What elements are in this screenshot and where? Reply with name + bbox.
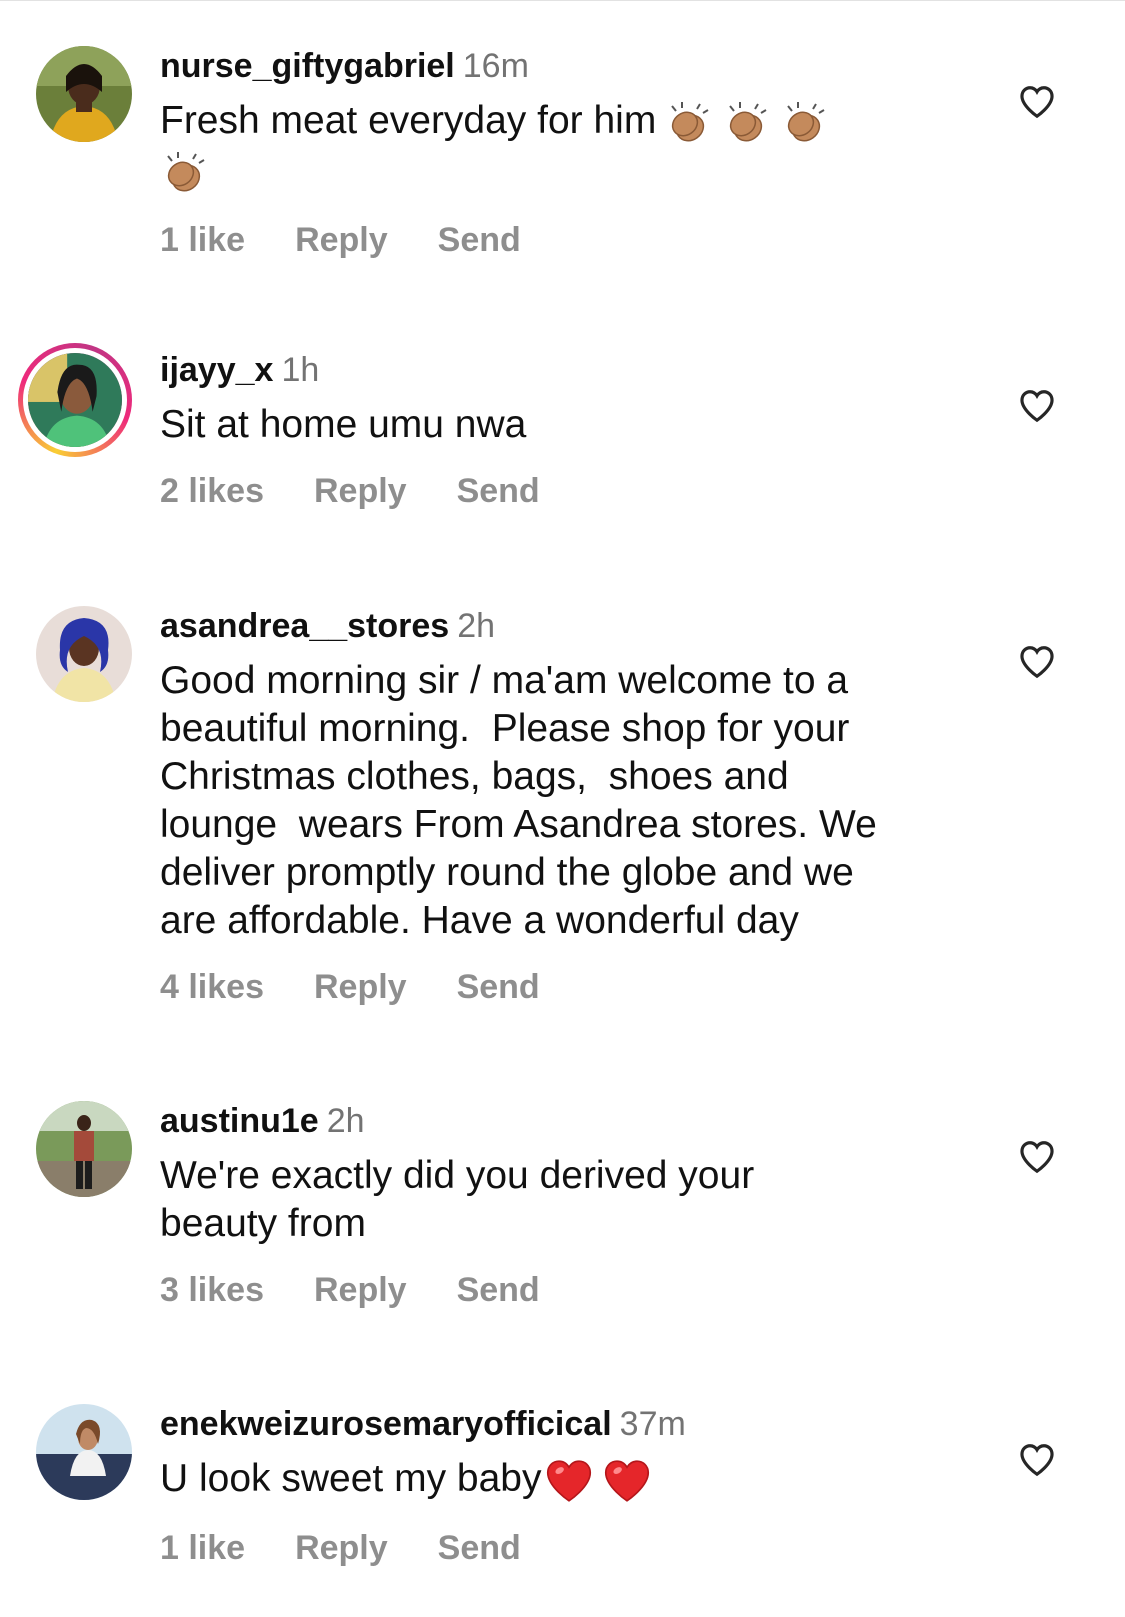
reply-button[interactable]: Reply xyxy=(295,1528,388,1568)
avatar[interactable] xyxy=(36,1404,132,1500)
comment-text: Fresh meat everyday for him xyxy=(160,97,900,198)
likes-count[interactable]: 2 likes xyxy=(160,471,264,511)
comment-text: Sit at home umu nwa xyxy=(160,403,527,446)
avatar-photo xyxy=(36,46,132,142)
likes-count[interactable]: 4 likes xyxy=(160,967,264,1007)
clapping-hands-icon xyxy=(722,98,772,148)
comment-username[interactable]: austinu1e xyxy=(160,1102,319,1140)
comment-timestamp: 37m xyxy=(619,1405,686,1443)
comment-text: Good morning sir / ma'am welcome to a be… xyxy=(160,659,877,942)
avatar-photo xyxy=(28,353,122,447)
like-heart-icon[interactable] xyxy=(1018,1441,1056,1479)
avatar-photo xyxy=(36,606,132,702)
avatar-photo xyxy=(36,1101,132,1197)
comment-username[interactable]: ijayy_x xyxy=(160,351,273,389)
clapping-hands-icon xyxy=(780,98,830,148)
send-button[interactable]: Send xyxy=(457,967,540,1007)
send-button[interactable]: Send xyxy=(438,220,521,260)
reply-button[interactable]: Reply xyxy=(295,220,388,260)
comment-text-content: Fresh meat everyday for him xyxy=(160,99,657,142)
avatar-photo xyxy=(36,1404,132,1500)
likes-count[interactable]: 3 likes xyxy=(160,1270,264,1310)
comment-timestamp: 2h xyxy=(326,1102,365,1140)
send-button[interactable]: Send xyxy=(457,1270,540,1310)
comment-text: U look sweet my baby xyxy=(160,1455,960,1506)
reply-button[interactable]: Reply xyxy=(314,967,407,1007)
red-heart-icon xyxy=(544,1456,594,1506)
like-heart-icon[interactable] xyxy=(1018,387,1056,425)
avatar-story-ring[interactable] xyxy=(18,343,132,457)
comment-timestamp: 16m xyxy=(462,47,529,85)
reply-button[interactable]: Reply xyxy=(314,471,407,511)
comment-username[interactable]: nurse_giftygabriel xyxy=(160,47,455,85)
like-heart-icon[interactable] xyxy=(1018,1138,1056,1176)
comment-timestamp: 1h xyxy=(281,351,320,389)
clapping-hands-icon xyxy=(664,98,714,148)
reply-button[interactable]: Reply xyxy=(314,1270,407,1310)
comment-username[interactable]: enekweizurosemaryofficical xyxy=(160,1405,612,1443)
clapping-hands-icon xyxy=(160,148,210,198)
avatar[interactable] xyxy=(36,606,132,702)
send-button[interactable]: Send xyxy=(438,1528,521,1568)
comment-username[interactable]: asandrea__stores xyxy=(160,607,449,645)
like-heart-icon[interactable] xyxy=(1018,83,1056,121)
likes-count[interactable]: 1 like xyxy=(160,220,245,260)
red-heart-icon xyxy=(602,1456,652,1506)
send-button[interactable]: Send xyxy=(457,471,540,511)
likes-count[interactable]: 1 like xyxy=(160,1528,245,1568)
comment-text: We're exactly did you derived your beaut… xyxy=(160,1154,755,1245)
avatar[interactable] xyxy=(36,46,132,142)
avatar[interactable] xyxy=(36,1101,132,1197)
like-heart-icon[interactable] xyxy=(1018,643,1056,681)
comment-timestamp: 2h xyxy=(457,607,496,645)
comment-text-content: U look sweet my baby xyxy=(160,1457,542,1500)
top-divider xyxy=(0,0,1125,1)
